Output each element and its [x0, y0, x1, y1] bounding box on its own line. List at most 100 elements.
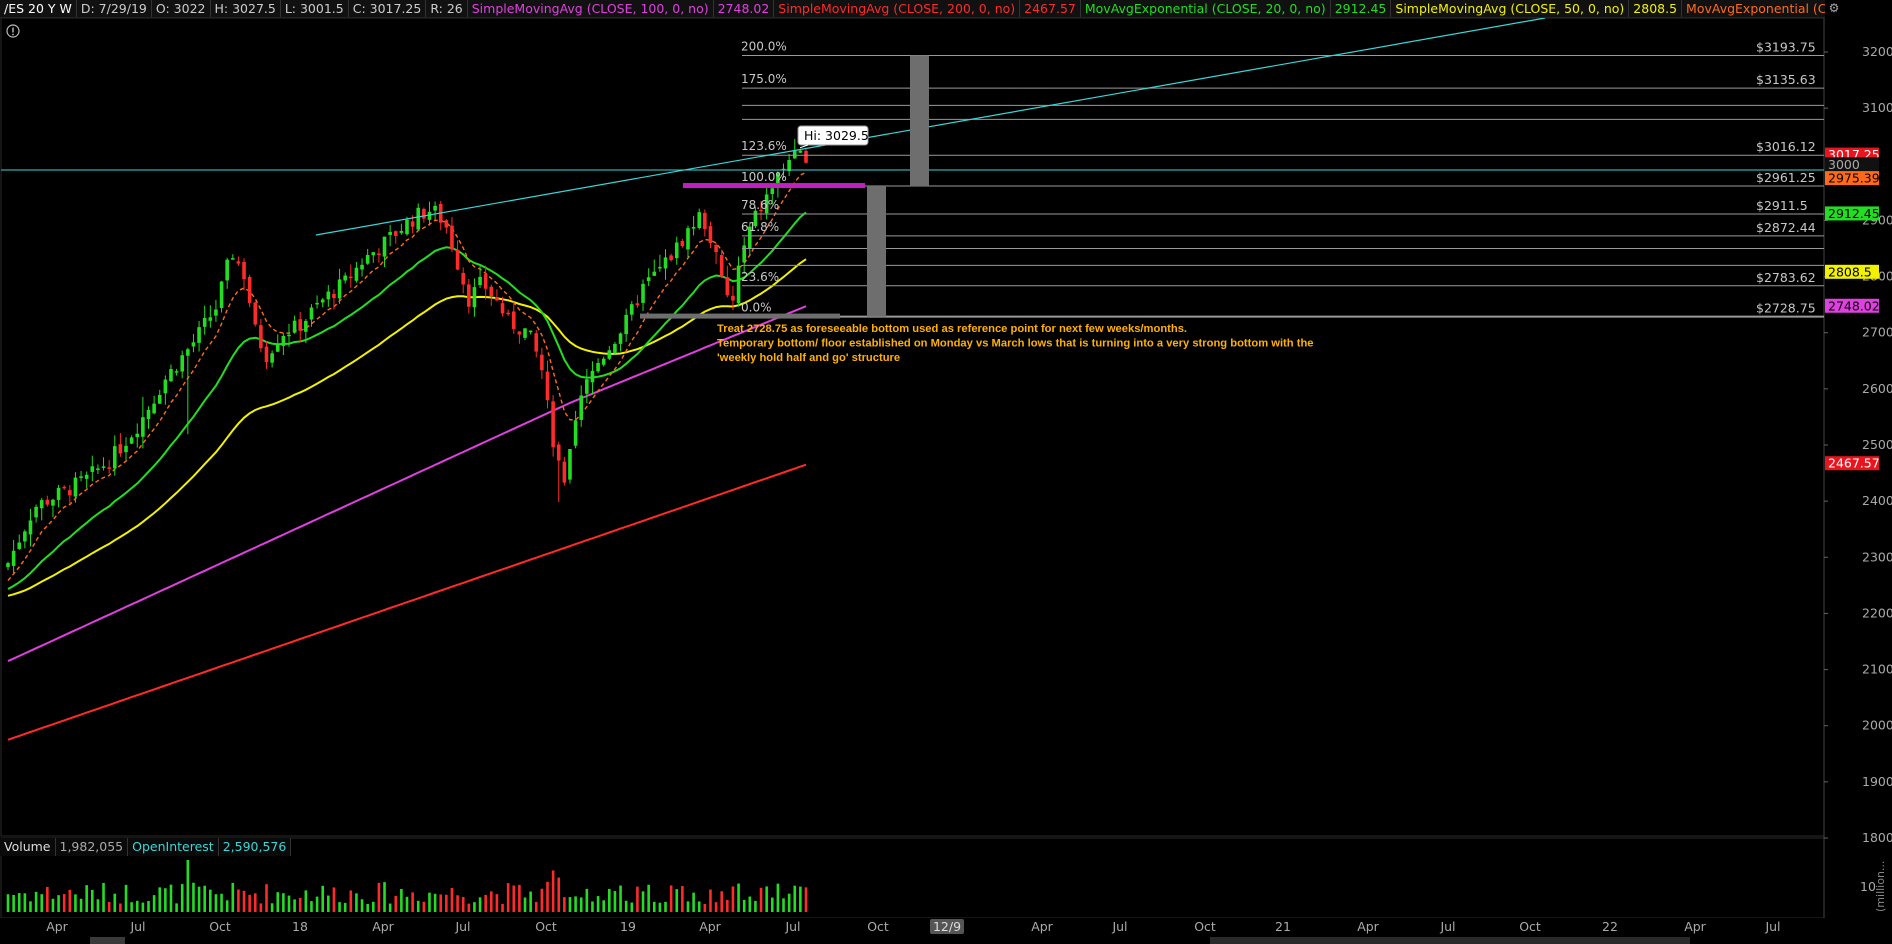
volume-bar: [321, 885, 325, 912]
scrollbar-thumb-left[interactable]: [90, 937, 125, 944]
time-axis-label: 18: [292, 919, 308, 934]
candle-body: [551, 401, 555, 448]
info-icon-dot: [12, 33, 14, 36]
volume-bar: [579, 897, 583, 912]
gear-icon[interactable]: ⚙: [1826, 1, 1842, 15]
symbol-label[interactable]: /ES 20 Y W: [0, 0, 77, 17]
price-tick-label: 3200: [1862, 44, 1892, 59]
candle-body: [399, 230, 404, 233]
candle-body: [309, 307, 314, 320]
volume-bar: [596, 896, 600, 912]
candle-body: [124, 445, 128, 453]
candle-body: [635, 303, 640, 306]
study-sma100-label[interactable]: SimpleMovingAvg (CLOSE, 100, 0, no): [468, 0, 714, 17]
volume-label[interactable]: Volume: [0, 838, 56, 856]
candle-body: [202, 317, 207, 327]
support-zone[interactable]: [640, 313, 840, 319]
study-ema8-label[interactable]: MovAvgExponential (CLOSE, 8, 0, no): [1682, 0, 1825, 17]
candle-body: [320, 299, 325, 303]
annotation-line: Treat 2728.75 as foreseeable bottom used…: [717, 323, 1187, 335]
sma200-line[interactable]: [7, 463, 807, 741]
volume-bar: [523, 897, 527, 912]
fib-level-price: $2961.25: [1756, 170, 1816, 185]
sma50-line[interactable]: [7, 258, 807, 597]
study-ema20-label[interactable]: MovAvgExponential (CLOSE, 20, 0, no): [1081, 0, 1331, 17]
candle-body: [23, 531, 27, 542]
volume-bar: [253, 893, 257, 912]
candle-body: [281, 335, 286, 346]
volume-bar: [512, 885, 516, 912]
volume-bar: [270, 903, 274, 912]
close-label: C: 3017.25: [349, 0, 427, 17]
volume-bar: [57, 895, 60, 912]
volume-bar: [681, 886, 684, 912]
candle-body: [416, 207, 421, 230]
volume-bar: [759, 887, 763, 912]
volume-bar: [422, 901, 426, 912]
resistance-zone[interactable]: [683, 183, 865, 189]
candle-body: [646, 277, 651, 282]
candle-body: [6, 563, 10, 568]
volume-bar: [765, 886, 768, 912]
candle-body: [377, 253, 381, 255]
candle-body: [242, 262, 246, 280]
volume-bar: [338, 902, 341, 912]
study-sma100-value: 2748.02: [714, 0, 775, 17]
volume-bar: [197, 886, 201, 912]
price-tick-label: 2100: [1862, 662, 1892, 677]
volume-bar: [697, 901, 701, 912]
price-tick-label: 3100: [1862, 100, 1892, 115]
volume-bar: [546, 881, 549, 912]
candle-body: [349, 276, 353, 279]
time-axis-label: Jul: [1764, 919, 1780, 934]
volume-bar: [563, 897, 566, 912]
oi-label[interactable]: OpenInterest: [128, 838, 219, 856]
candle-body: [287, 334, 291, 337]
fib-level-price: $2872.44: [1756, 220, 1816, 235]
candle-body: [641, 283, 645, 303]
candle-body: [556, 444, 561, 461]
candle-body: [354, 267, 359, 281]
candle-body: [511, 311, 516, 329]
volume-bar: [141, 902, 145, 912]
scrollbar-track[interactable]: [1210, 937, 1690, 944]
volume-bar: [209, 889, 212, 912]
price-chart[interactable]: 200.0% $3193.75 175.0% $3135.63 123.6% $3016.…: [0, 0, 1892, 944]
volume-bar: [714, 902, 718, 912]
candle-body: [17, 542, 22, 549]
volume-bar: [602, 900, 605, 912]
fib-level-pct: 61.8%: [741, 220, 779, 234]
time-axis-label: Oct: [535, 919, 557, 934]
volume-bar: [383, 882, 386, 912]
sma100-line[interactable]: [7, 305, 807, 663]
volume-bar: [484, 894, 487, 912]
volume-bar: [529, 891, 532, 912]
candle-body: [725, 277, 730, 296]
candle-body: [742, 245, 746, 263]
study-sma50-label[interactable]: SimpleMovingAvg (CLOSE, 50, 0, no): [1391, 0, 1630, 17]
candle-body: [264, 346, 269, 362]
study-sma200-label[interactable]: SimpleMovingAvg (CLOSE, 200, 0, no): [774, 0, 1021, 17]
volume-bar: [574, 896, 577, 912]
volume-bar: [394, 895, 398, 912]
fib-level-price: $2783.62: [1756, 270, 1816, 285]
candle-body: [601, 358, 606, 365]
time-axis-label: Apr: [699, 919, 721, 934]
volume-bar: [79, 898, 83, 912]
open-label: O: 3022: [152, 0, 211, 17]
volume-bar: [804, 887, 808, 912]
candle-body: [292, 320, 297, 333]
candle-body: [304, 320, 308, 332]
price-badge-label: 2467.57: [1828, 456, 1880, 471]
volume-bar: [591, 901, 594, 912]
volume-bar: [754, 900, 757, 912]
candle-body: [275, 344, 280, 352]
volume-bar: [799, 886, 802, 912]
volume-bar: [400, 889, 403, 912]
high-label: H: 3027.5: [211, 0, 281, 17]
trend-line-rising[interactable]: [315, 17, 1546, 236]
candle-body: [112, 446, 117, 469]
volume-header: Volume 1,982,055 OpenInterest 2,590,576: [0, 838, 292, 856]
volume-bar: [237, 889, 240, 912]
candle-body: [461, 272, 465, 285]
